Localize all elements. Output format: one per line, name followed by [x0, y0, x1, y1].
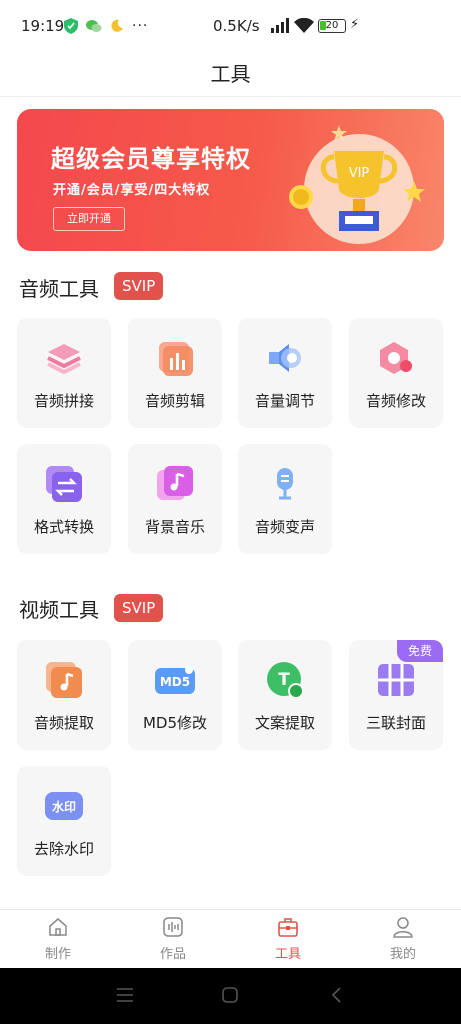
tool-tile[interactable]: 三联封面 免费	[349, 640, 443, 750]
video-section-title: 视频工具	[19, 598, 99, 622]
tool-tile[interactable]: 音频修改	[349, 318, 443, 428]
tool-label: 三联封面	[365, 714, 426, 732]
svg-text:T: T	[278, 670, 290, 690]
open-vip-button[interactable]: 立即开通	[53, 207, 125, 231]
tool-tile[interactable]: 音频剪辑	[128, 318, 222, 428]
tool-label: 音频提取	[33, 714, 94, 732]
signal-icon	[271, 18, 289, 33]
tab-label: 我的	[389, 947, 416, 962]
tab-mine[interactable]: 我的	[368, 910, 438, 969]
tool-label: MD5修改	[142, 714, 208, 732]
trophy-label: VIP	[349, 166, 370, 181]
text-icon: T	[265, 660, 305, 700]
grid-icon	[376, 660, 416, 700]
moon-icon	[111, 19, 123, 32]
microphone-icon	[265, 464, 305, 504]
bottom-tab-bar: 制作 作品 工具 我的	[0, 909, 461, 968]
shield-icon	[64, 18, 78, 34]
audio-section-title: 音频工具	[19, 277, 99, 301]
status-bar: 19:19 ··· 0.5K/s 20 ⚡	[0, 0, 461, 52]
battery-level: 20	[325, 20, 339, 31]
tool-label: 音频修改	[365, 392, 426, 410]
works-icon	[163, 917, 183, 937]
tool-label: 去除水印	[33, 840, 94, 858]
status-time: 19:19	[21, 17, 65, 35]
wifi-icon	[294, 18, 314, 33]
audio-svip-badge: SVIP	[114, 272, 164, 300]
bars-icon	[155, 338, 195, 378]
tool-tile[interactable]: 格式转换	[17, 444, 111, 554]
layers-icon	[44, 338, 84, 378]
user-icon	[393, 917, 413, 938]
tool-label: 背景音乐	[144, 518, 205, 536]
free-badge: 免费	[397, 640, 443, 662]
home-nav-icon[interactable]	[221, 986, 239, 1004]
tool-label: 音频变声	[254, 518, 315, 536]
more-dots-icon: ···	[132, 18, 149, 34]
page-title: 工具	[210, 62, 251, 86]
tool-label: 音频剪辑	[144, 392, 205, 410]
tool-label: 音量调节	[254, 392, 315, 410]
system-nav-bar	[0, 968, 461, 1024]
tool-tile[interactable]: 音频拼接	[17, 318, 111, 428]
tool-tile[interactable]: 音频提取	[17, 640, 111, 750]
tool-label: 格式转换	[33, 518, 94, 536]
tab-works[interactable]: 作品	[138, 910, 208, 969]
wechat-icon	[86, 20, 102, 32]
title-bar: 工具	[0, 52, 461, 97]
status-notification-icons: ···	[64, 18, 148, 34]
battery-icon: 20	[318, 19, 346, 33]
banner-subtitle: 开通/会员/享受/四大特权	[53, 183, 211, 198]
swap-icon	[44, 464, 84, 504]
tool-tile[interactable]: 音频变声	[238, 444, 332, 554]
tool-tile[interactable]: MD5 MD5修改	[128, 640, 222, 750]
music-note-icon	[155, 464, 195, 504]
toolbox-icon	[278, 918, 298, 937]
trophy-icon: VIP	[289, 125, 425, 244]
tab-label: 制作	[44, 947, 71, 962]
watermark-icon: 水印	[44, 786, 84, 826]
vip-banner[interactable]: 超级会员尊享特权 开通/会员/享受/四大特权 立即开通 VIP	[17, 109, 444, 251]
speaker-icon	[265, 338, 305, 378]
menu-icon[interactable]	[116, 986, 134, 1004]
video-svip-badge: SVIP	[114, 594, 164, 622]
network-speed: 0.5K/s	[213, 17, 260, 35]
tool-tile[interactable]: 音量调节	[238, 318, 332, 428]
tool-tile[interactable]: 背景音乐	[128, 444, 222, 554]
tool-label: 文案提取	[254, 714, 315, 732]
hexagon-icon	[376, 338, 416, 378]
tab-label: 工具	[274, 947, 301, 962]
tool-tile[interactable]: T 文案提取	[238, 640, 332, 750]
tool-tile[interactable]: 水印 去除水印	[17, 766, 111, 876]
banner-title: 超级会员尊享特权	[51, 145, 251, 173]
charging-icon: ⚡	[350, 17, 360, 32]
tab-make[interactable]: 制作	[23, 910, 93, 969]
tab-tools[interactable]: 工具	[253, 910, 323, 969]
svg-text:水印: 水印	[52, 799, 76, 814]
music-note-icon	[44, 660, 84, 700]
md5-icon: MD5	[155, 660, 195, 700]
home-icon	[49, 918, 67, 936]
tool-label: 音频拼接	[33, 392, 94, 410]
tab-label: 作品	[159, 947, 186, 962]
svg-text:MD5: MD5	[160, 675, 190, 689]
back-icon[interactable]	[328, 986, 346, 1004]
